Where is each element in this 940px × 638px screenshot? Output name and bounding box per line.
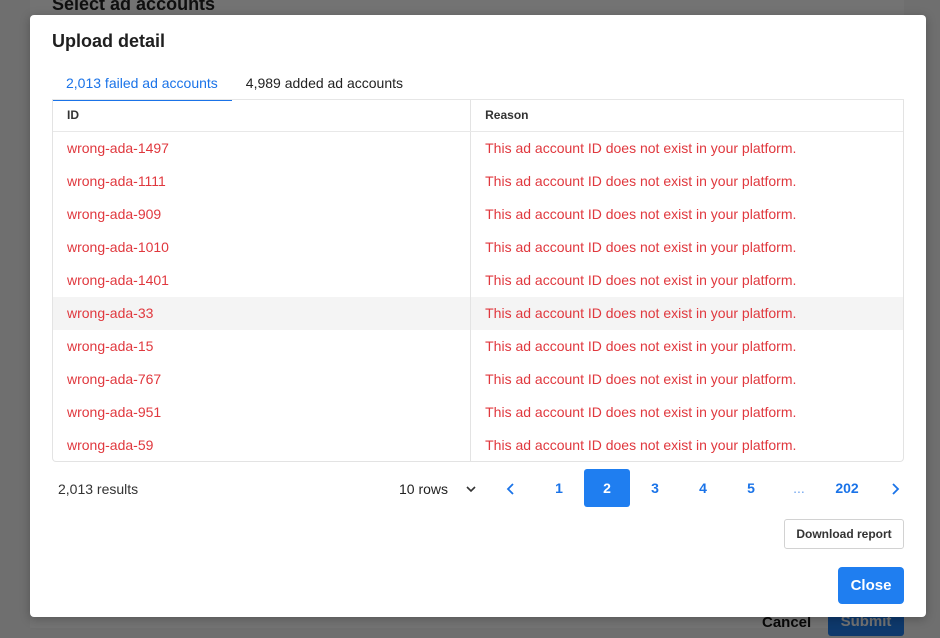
row-id: wrong-ada-15 — [53, 330, 472, 363]
chevron-right-icon — [888, 480, 902, 496]
page-button[interactable]: 4 — [680, 469, 726, 507]
row-id: wrong-ada-1010 — [53, 231, 472, 264]
table-row: wrong-ada-1010 This ad account ID does n… — [53, 231, 903, 264]
chevron-down-icon — [464, 482, 478, 496]
close-button[interactable]: Close — [838, 567, 904, 604]
modal-title: Upload detail — [52, 31, 166, 51]
pagination: 1 2 3 4 5 ... 202 — [488, 469, 920, 507]
row-id: wrong-ada-951 — [53, 396, 472, 429]
column-header-id: ID — [53, 100, 472, 131]
table-row: wrong-ada-909 This ad account ID does no… — [53, 198, 903, 231]
previous-page-button[interactable] — [488, 469, 534, 507]
table-row: wrong-ada-1497 This ad account ID does n… — [53, 132, 903, 165]
chevron-left-icon — [504, 480, 518, 496]
row-reason: This ad account ID does not exist in you… — [485, 272, 797, 288]
table-row: wrong-ada-1111 This ad account ID does n… — [53, 165, 903, 198]
row-reason: This ad account ID does not exist in you… — [485, 371, 797, 387]
page-button-last[interactable]: 202 — [824, 469, 870, 507]
failed-accounts-table: ID Reason wrong-ada-1497 This ad account… — [52, 100, 904, 462]
rows-per-page-select[interactable]: 10 rows — [399, 481, 478, 497]
row-id: wrong-ada-1401 — [53, 264, 472, 297]
tab-failed-ad-accounts[interactable]: 2,013 failed ad accounts — [52, 75, 232, 101]
row-reason: This ad account ID does not exist in you… — [485, 173, 797, 189]
tab-added-ad-accounts[interactable]: 4,989 added ad accounts — [232, 75, 417, 99]
table-row: wrong-ada-15 This ad account ID does not… — [53, 330, 903, 363]
row-reason: This ad account ID does not exist in you… — [485, 206, 797, 222]
table-row: wrong-ada-767 This ad account ID does no… — [53, 363, 903, 396]
row-id: wrong-ada-767 — [53, 363, 472, 396]
table-row: wrong-ada-59 This ad account ID does not… — [53, 429, 903, 461]
tab-bar: 2,013 failed ad accounts 4,989 added ad … — [52, 75, 417, 101]
page-ellipsis: ... — [793, 480, 805, 496]
row-id: wrong-ada-909 — [53, 198, 472, 231]
page-button-current[interactable]: 2 — [584, 469, 630, 507]
row-reason: This ad account ID does not exist in you… — [485, 239, 797, 255]
table-row: wrong-ada-951 This ad account ID does no… — [53, 396, 903, 429]
rows-per-page-value: 10 rows — [399, 481, 449, 497]
row-id: wrong-ada-1497 — [53, 132, 472, 165]
row-reason: This ad account ID does not exist in you… — [485, 338, 797, 354]
page-button[interactable]: 3 — [632, 469, 678, 507]
upload-detail-modal: Upload detail 2,013 failed ad accounts 4… — [30, 15, 926, 617]
row-id: wrong-ada-33 — [53, 297, 472, 330]
row-reason: This ad account ID does not exist in you… — [485, 404, 797, 420]
page-button[interactable]: 5 — [728, 469, 774, 507]
row-id: wrong-ada-1111 — [53, 165, 472, 198]
row-id: wrong-ada-59 — [53, 429, 472, 461]
background-title: Select ad accounts — [52, 0, 216, 14]
table-row: wrong-ada-1401 This ad account ID does n… — [53, 264, 903, 297]
page-button[interactable]: 1 — [536, 469, 582, 507]
row-reason: This ad account ID does not exist in you… — [485, 437, 797, 453]
results-count: 2,013 results — [58, 481, 139, 497]
table-header: ID Reason — [53, 100, 903, 132]
row-reason: This ad account ID does not exist in you… — [485, 305, 797, 321]
table-row: wrong-ada-33 This ad account ID does not… — [53, 297, 903, 330]
download-report-button[interactable]: Download report — [784, 519, 904, 549]
next-page-button[interactable] — [872, 469, 918, 507]
column-header-reason: Reason — [485, 108, 529, 122]
row-reason: This ad account ID does not exist in you… — [485, 140, 797, 156]
